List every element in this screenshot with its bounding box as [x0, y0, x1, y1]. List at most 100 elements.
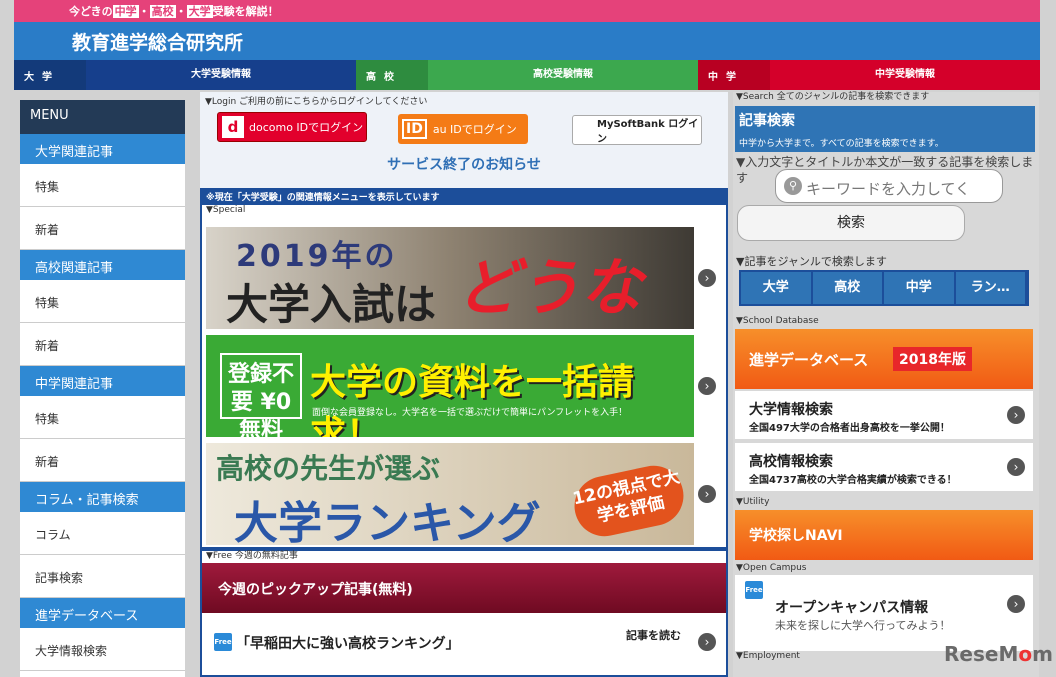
read-more-link[interactable]: 記事を読む — [626, 627, 681, 643]
free-articles-section: ▼Free 今週の無料記事 今週のピックアップ記事(無料) Free 「早稲田大… — [200, 549, 728, 677]
chevron-right-icon[interactable]: › — [698, 377, 716, 395]
tagline-text: 今どきの — [69, 5, 113, 18]
tab-label: 中学 — [698, 60, 770, 90]
category-tabs: 大学 大学受験情報 高校 高校受験情報 中学 中学受験情報 — [14, 60, 1040, 90]
sidebar-item-univ-search[interactable]: 大学情報検索 — [20, 628, 185, 671]
article-search-subtitle: 中学から大学まで。すべての記事を検索できます。 — [739, 139, 944, 149]
softbank-login-button[interactable]: MySoftBank ログイン — [572, 115, 702, 145]
tagline-univ: 大学 — [186, 5, 213, 18]
au-login-button[interactable]: ID au IDでログイン — [398, 114, 528, 144]
docomo-logo-icon: d — [222, 116, 244, 138]
open-campus-title: オープンキャンパス情報 — [775, 600, 929, 616]
sidebar-cat-column[interactable]: コラム・記事検索 — [20, 482, 185, 512]
search-placeholder: キーワードを入力してく — [806, 180, 971, 198]
tab-university[interactable]: 大学 大学受験情報 — [14, 60, 356, 90]
sidebar-item-column[interactable]: コラム — [20, 512, 185, 555]
banner-document-request[interactable]: 登録不要 ¥0 無料 大学の資料を一括請求！ 面倒な会員登録なし。大学名を一括で… — [206, 335, 694, 437]
sidebar-item-junior-new[interactable]: 新着 — [20, 439, 185, 482]
service-end-notice[interactable]: サービス終了のお知らせ — [200, 154, 728, 174]
search-button[interactable]: 検索 — [737, 205, 965, 241]
banner-text: どうなる？ — [456, 251, 643, 324]
tagline-high: 高校 — [149, 5, 176, 18]
open-campus-sub: 未来を探しに大学へ行ってみよう！ — [775, 619, 951, 632]
logo-text: o — [1018, 642, 1033, 666]
hs-search-row[interactable]: 高校情報検索 全国4737高校の大学合格実績が検索できる！ › — [735, 443, 1033, 491]
banner-text: 高校の先生が選ぶ — [216, 452, 441, 485]
sidebar-item-univ-special[interactable]: 特集 — [20, 164, 185, 207]
login-caption: ▼Login ご利用の前にこちらからログインしてください — [205, 97, 428, 107]
au-id-icon: ID — [402, 119, 427, 139]
sidebar-item-univ-new[interactable]: 新着 — [20, 207, 185, 250]
utility-caption: ▼Utility — [736, 497, 770, 507]
sidebar-item-article-search[interactable]: 記事検索 — [20, 555, 185, 598]
school-navi-button[interactable]: 学校探しNAVI — [735, 510, 1033, 560]
tab-label: 高校 — [356, 60, 428, 90]
logo-text: m — [1032, 642, 1053, 666]
chevron-right-icon[interactable]: › — [698, 633, 716, 651]
tab-text: 中学受験情報 — [770, 60, 1040, 90]
free-article-title[interactable]: 「早稲田大に強い高校ランキング」 — [236, 633, 460, 653]
free-caption: ▼Free 今週の無料記事 — [206, 551, 298, 561]
site-title[interactable]: 教育進学総合研究所 — [14, 22, 1040, 60]
au-login-label: au IDでログイン — [432, 123, 517, 136]
sidebar-cat-univ[interactable]: 大学関連記事 — [20, 134, 185, 164]
banner-subtext: 面倒な会員登録なし。大学名を一括で選ぶだけで簡単にパンフレットを入手！ — [312, 408, 628, 418]
search-caption: ▼Search 全てのジャンルの記事を検索できます — [736, 92, 930, 102]
sidebar-cat-database[interactable]: 進学データベース — [20, 598, 185, 628]
tab-text: 高校受験情報 — [428, 60, 698, 90]
hs-search-sub: 全国4737高校の大学合格実績が検索できる！ — [749, 475, 957, 486]
banner-badge: 12の視点で大学を評価 — [568, 460, 690, 542]
logo-text: M — [998, 642, 1019, 666]
tab-juniorhigh[interactable]: 中学 中学受験情報 — [698, 60, 1040, 90]
database-title: 進学データベース — [749, 351, 869, 369]
resemom-watermark-logo: ReseMom — [944, 642, 1053, 666]
docomo-login-label: docomo IDでログイン — [249, 121, 364, 134]
genre-ranking-button[interactable]: ラン… — [955, 272, 1025, 304]
sidebar-item-high-special[interactable]: 特集 — [20, 280, 185, 323]
chevron-right-icon[interactable]: › — [1007, 458, 1025, 476]
genre-caption: ▼記事をジャンルで検索します — [736, 255, 887, 268]
employment-caption: ▼Employment — [736, 651, 800, 661]
special-caption: ▼Special — [206, 205, 246, 215]
sidebar: MENU 大学関連記事 特集 新着 高校関連記事 特集 新着 中学関連記事 特集… — [20, 100, 185, 677]
tab-label: 大学 — [14, 60, 86, 90]
open-campus-row[interactable]: Free オープンキャンパス情報 未来を探しに大学へ行ってみよう！ › — [735, 575, 1033, 651]
sidebar-cat-junior[interactable]: 中学関連記事 — [20, 366, 185, 396]
tab-highschool[interactable]: 高校 高校受験情報 — [356, 60, 698, 90]
chevron-right-icon[interactable]: › — [1007, 595, 1025, 613]
sidebar-item-high-new[interactable]: 新着 — [20, 323, 185, 366]
banner-ranking[interactable]: 高校の先生が選ぶ 大学ランキング 12の視点で大学を評価 — [206, 443, 694, 545]
tab-text: 大学受験情報 — [86, 60, 356, 90]
search-icon: ⚲ — [784, 177, 802, 195]
genre-univ-button[interactable]: 大学 — [741, 272, 811, 304]
univ-search-row[interactable]: 大学情報検索 全国497大学の合格者出身高校を一挙公開！ › — [735, 391, 1033, 439]
special-section: ▼Special 2019年の 大学入試は どうなる？ › 登録不要 ¥0 無料… — [200, 203, 728, 549]
tagline-dot: ・ — [175, 5, 187, 18]
banner-text: 大学の資料を一括請求！ — [310, 362, 635, 437]
univ-search-title: 大学情報検索 — [749, 402, 833, 418]
banner-text: 2019年の — [236, 239, 398, 274]
tagline-junior: 中学 — [112, 5, 139, 18]
sidebar-cat-high[interactable]: 高校関連記事 — [20, 250, 185, 280]
database-heading[interactable]: 進学データベース 2018年版 — [735, 329, 1033, 389]
genre-buttons: 大学 高校 中学 ラン… — [739, 270, 1029, 306]
sidebar-item-junior-special[interactable]: 特集 — [20, 396, 185, 439]
banner-text: 大学入試は — [226, 280, 437, 329]
genre-high-button[interactable]: 高校 — [812, 272, 882, 304]
banner-2019-exam[interactable]: 2019年の 大学入試は どうなる？ — [206, 227, 694, 329]
free-article-row[interactable]: Free 「早稲田大に強い高校ランキング」 記事を読む › — [202, 613, 726, 675]
main-content: ▼Login ご利用の前にこちらからログインしてください d docomo IDで… — [200, 92, 728, 677]
menu-heading: MENU — [20, 100, 185, 134]
genre-junior-button[interactable]: 中学 — [884, 272, 954, 304]
db-caption: ▼School Database — [736, 316, 819, 326]
article-search-box: 記事検索 中学から大学まで。すべての記事を検索できます。 — [735, 106, 1035, 152]
search-input[interactable]: ⚲ キーワードを入力してく — [775, 169, 1003, 203]
banner-text: 大学ランキング — [234, 498, 541, 545]
chevron-right-icon[interactable]: › — [1007, 406, 1025, 424]
pickup-heading: 今週のピックアップ記事(無料) — [202, 563, 726, 613]
chevron-right-icon[interactable]: › — [698, 269, 716, 287]
chevron-right-icon[interactable]: › — [698, 485, 716, 503]
docomo-login-button[interactable]: d docomo IDでログイン — [217, 112, 367, 142]
softbank-login-label: MySoftBank ログイン — [597, 119, 699, 145]
free-icon: Free — [214, 633, 232, 651]
